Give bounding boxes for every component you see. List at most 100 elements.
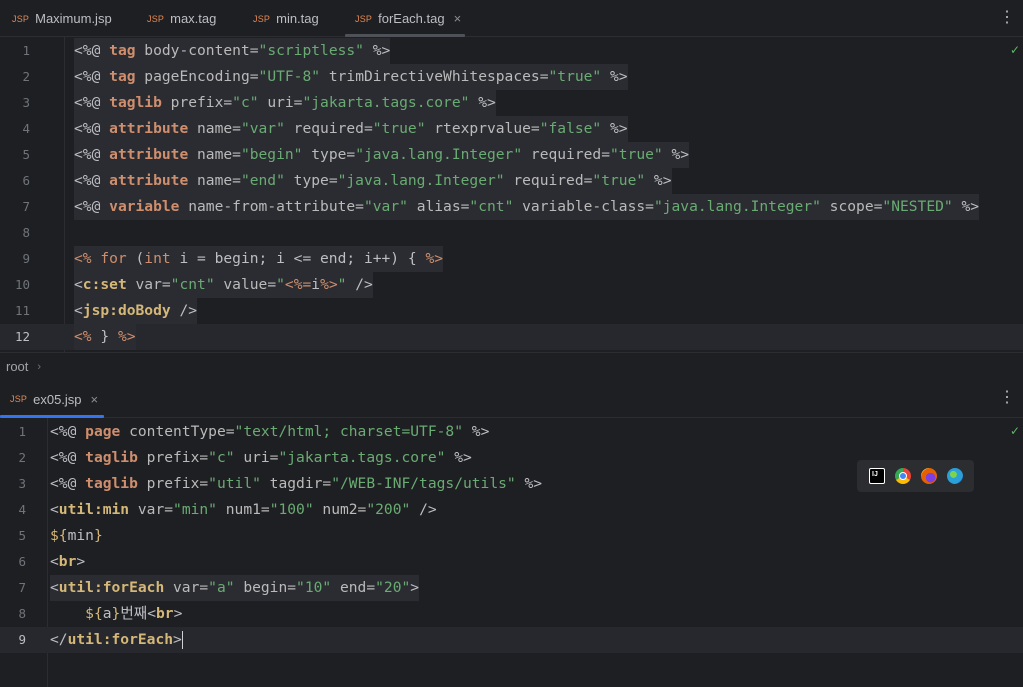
breadcrumb-item-root[interactable]: root xyxy=(6,359,28,374)
code-token: %> xyxy=(425,250,444,267)
code-token: "jakarta.tags.core" xyxy=(278,449,446,466)
inspection-ok-icon[interactable]: ✓ xyxy=(1010,43,1020,57)
code-token: <% xyxy=(74,328,92,345)
code-token: "c" xyxy=(232,94,259,111)
chevron-right-icon: › xyxy=(37,360,42,373)
code-token: tag xyxy=(109,42,136,59)
code-line[interactable]: 6 <br> xyxy=(0,549,1023,575)
line-number: 7 xyxy=(22,199,30,214)
code-line[interactable]: 3 <%@ taglib prefix="c" uri="jakarta.tags… xyxy=(0,90,1023,116)
editor-tab-bar-bottom: JSP ex05.jsp × ⋮ xyxy=(0,380,1023,418)
edge-icon[interactable] xyxy=(947,468,963,484)
code-token: ${ xyxy=(50,527,68,544)
line-number: 1 xyxy=(22,43,30,58)
line-number: 5 xyxy=(22,147,30,162)
code-token: > xyxy=(410,579,420,596)
code-token: < xyxy=(74,302,83,319)
code-token: "false" xyxy=(539,120,602,137)
code-token: contentType= xyxy=(120,423,235,440)
tab-label: max.tag xyxy=(170,11,217,26)
code-token: "true" xyxy=(548,68,602,85)
tab-foreach-tag[interactable]: JSP forEach.tag × xyxy=(345,0,465,37)
code-token: num2= xyxy=(313,501,367,518)
code-token: "/WEB-INF/tags/utils" xyxy=(331,475,516,492)
code-token: "UTF-8" xyxy=(258,68,321,85)
code-token: c:set xyxy=(82,276,127,293)
close-icon[interactable]: × xyxy=(454,11,462,26)
code-token: num1= xyxy=(216,501,270,518)
line-number: 11 xyxy=(14,303,30,318)
code-line[interactable]: 9 </util:forEach> xyxy=(0,627,1023,653)
line-number: 4 xyxy=(22,121,30,136)
intellij-icon[interactable]: IJ xyxy=(869,468,885,484)
code-token: > xyxy=(76,553,86,570)
code-token: util:forEach xyxy=(67,631,174,648)
code-token: attribute xyxy=(109,172,189,189)
code-line[interactable]: 4 <%@ attribute name="var" required="true… xyxy=(0,116,1023,142)
code-line[interactable]: 8 ${a}번째<br> xyxy=(0,601,1023,627)
tab-max-tag[interactable]: JSP max.tag xyxy=(147,0,216,37)
code-line[interactable]: 1 <%@ page contentType="text/html; charse… xyxy=(0,419,1023,445)
line-number: 2 xyxy=(18,450,26,465)
code-line[interactable]: 2 <%@ tag pageEncoding="UTF-8" trimDirect… xyxy=(0,64,1023,90)
code-token: rtexprvalue= xyxy=(425,120,540,137)
code-line[interactable]: 8 xyxy=(0,220,1023,246)
code-token: name= xyxy=(188,146,241,163)
code-token: %> xyxy=(445,449,472,466)
code-editor-foreach-tag[interactable]: 1 <%@ tag body-content="scriptless" %> 2 <%… xyxy=(0,37,1023,352)
code-token: name= xyxy=(188,120,241,137)
code-token: attribute xyxy=(109,120,189,137)
close-icon[interactable]: × xyxy=(91,392,99,407)
code-line[interactable]: 4 <util:min var="min" num1="100" num2="20… xyxy=(0,497,1023,523)
tab-min-tag[interactable]: JSP min.tag xyxy=(253,0,319,37)
code-token: "text/html; charset=UTF-8" xyxy=(234,423,463,440)
code-line[interactable]: 7 <%@ variable name-from-attribute="var" … xyxy=(0,194,1023,220)
line-number: 6 xyxy=(18,554,26,569)
code-line[interactable]: 7 <util:forEach var="a" begin="10" end="2… xyxy=(0,575,1023,601)
code-token: < xyxy=(50,553,59,570)
code-token: alias= xyxy=(407,198,470,215)
code-token: tag xyxy=(109,68,136,85)
code-token: <%@ xyxy=(74,68,110,85)
more-options-icon[interactable]: ⋮ xyxy=(999,390,1015,406)
code-line[interactable]: 1 <%@ tag body-content="scriptless" %> xyxy=(0,38,1023,64)
code-editor-ex05-jsp[interactable]: 1 <%@ page contentType="text/html; charse… xyxy=(0,418,1023,687)
code-token: "java.lang.Integer" xyxy=(653,198,821,215)
code-token: " xyxy=(276,276,285,293)
code-line[interactable]: 10 <c:set var="cnt" value="<%=i%>" /> xyxy=(0,272,1023,298)
code-token: %> xyxy=(320,276,338,293)
code-token: <%@ xyxy=(74,42,110,59)
code-token: <%@ xyxy=(74,94,110,111)
code-token: "10" xyxy=(296,579,332,596)
code-line[interactable]: 9 <% for (int i = begin; i <= end; i++) {… xyxy=(0,246,1023,272)
code-token: variable-class= xyxy=(513,198,654,215)
code-token: /> xyxy=(410,501,437,518)
code-line[interactable]: 12 <% } %> xyxy=(0,324,1023,350)
more-options-icon[interactable]: ⋮ xyxy=(999,10,1015,26)
code-token: %> xyxy=(117,328,136,345)
breadcrumb: root › xyxy=(0,352,1023,380)
inspection-ok-icon[interactable]: ✓ xyxy=(1010,424,1020,438)
firefox-icon[interactable] xyxy=(921,468,937,484)
code-token: "begin" xyxy=(240,146,303,163)
code-token: taglib xyxy=(85,475,138,492)
tab-maximum-jsp[interactable]: JSP Maximum.jsp xyxy=(12,0,112,37)
code-token: attribute xyxy=(109,146,189,163)
code-line[interactable]: 6 <%@ attribute name="end" type="java.lan… xyxy=(0,168,1023,194)
code-token: > xyxy=(173,631,182,648)
line-number: 9 xyxy=(18,632,26,647)
code-token: <%@ xyxy=(74,120,110,137)
tab-ex05-jsp[interactable]: JSP ex05.jsp × xyxy=(0,380,104,418)
code-token: </ xyxy=(50,631,68,648)
code-token: "20" xyxy=(375,579,411,596)
intellij-icon-label: IJ xyxy=(872,471,878,478)
chrome-icon[interactable] xyxy=(895,468,911,484)
code-line[interactable]: 11 <jsp:doBody /> xyxy=(0,298,1023,324)
code-token: taglib xyxy=(85,449,138,466)
code-token: util:min xyxy=(58,501,130,518)
code-line[interactable]: 5 <%@ attribute name="begin" type="java.l… xyxy=(0,142,1023,168)
code-token: taglib xyxy=(109,94,162,111)
code-token: < xyxy=(74,276,83,293)
jsp-file-icon: JSP xyxy=(355,13,373,24)
code-line[interactable]: 5 ${min} xyxy=(0,523,1023,549)
